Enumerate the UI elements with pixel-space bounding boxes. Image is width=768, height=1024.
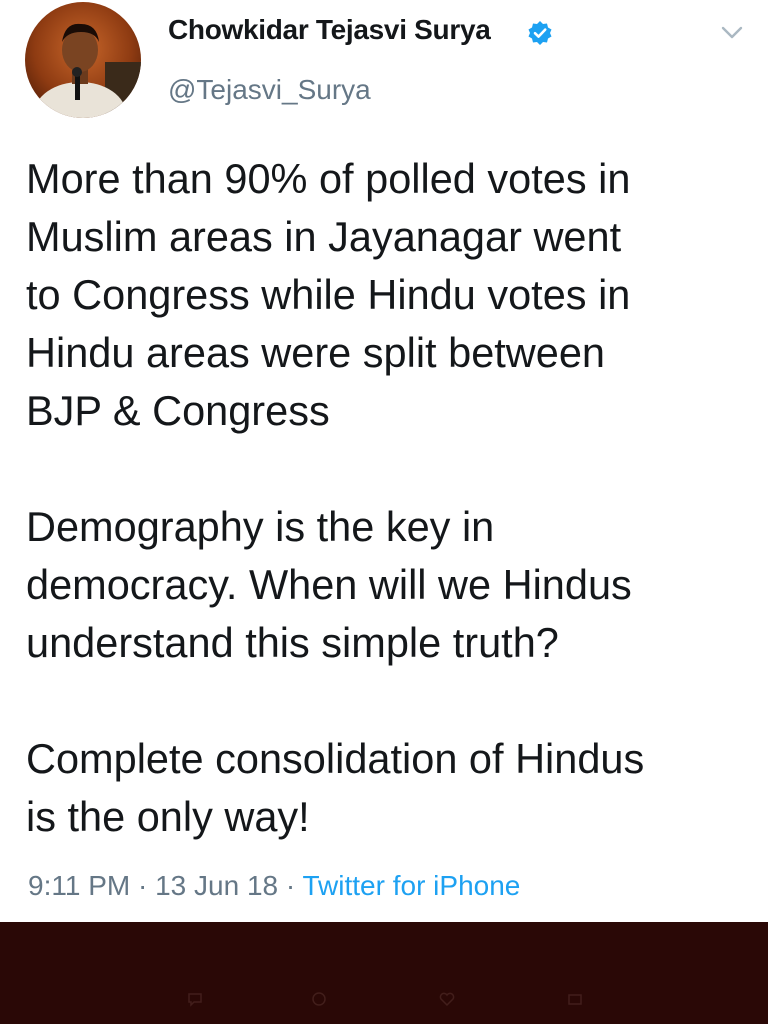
- tweet-paragraph: More than 90% of polled votes in Muslim …: [26, 155, 631, 434]
- tweet-meta: 9:11 PM · 13 Jun 18 · Twitter for iPhone: [28, 870, 520, 902]
- reply-icon[interactable]: [186, 990, 204, 1008]
- tweet-paragraph: Demography is the key in democracy. When…: [26, 503, 632, 666]
- bottom-bar: [0, 922, 768, 1024]
- display-name[interactable]: Chowkidar Tejasvi Surya: [168, 14, 491, 46]
- tweet-date: 13 Jun 18: [155, 870, 279, 901]
- tweet-text: More than 90% of polled votes in Muslim …: [26, 150, 751, 846]
- tweet-source-link[interactable]: Twitter for iPhone: [302, 870, 520, 901]
- meta-separator: ·: [137, 870, 148, 901]
- meta-separator: ·: [285, 870, 296, 901]
- tweet-time: 9:11 PM: [28, 870, 131, 901]
- user-handle[interactable]: @Tejasvi_Surya: [168, 74, 371, 106]
- avatar[interactable]: [25, 2, 141, 118]
- like-icon[interactable]: [438, 990, 456, 1008]
- chevron-down-icon[interactable]: [720, 24, 744, 42]
- verified-badge-icon: [528, 21, 552, 45]
- share-icon[interactable]: [566, 990, 584, 1008]
- tweet-card: Chowkidar Tejasvi Surya @Tejasvi_Surya M…: [0, 0, 768, 922]
- tweet-paragraph: Complete consolidation of Hindus is the …: [26, 735, 645, 840]
- retweet-icon[interactable]: [310, 990, 328, 1008]
